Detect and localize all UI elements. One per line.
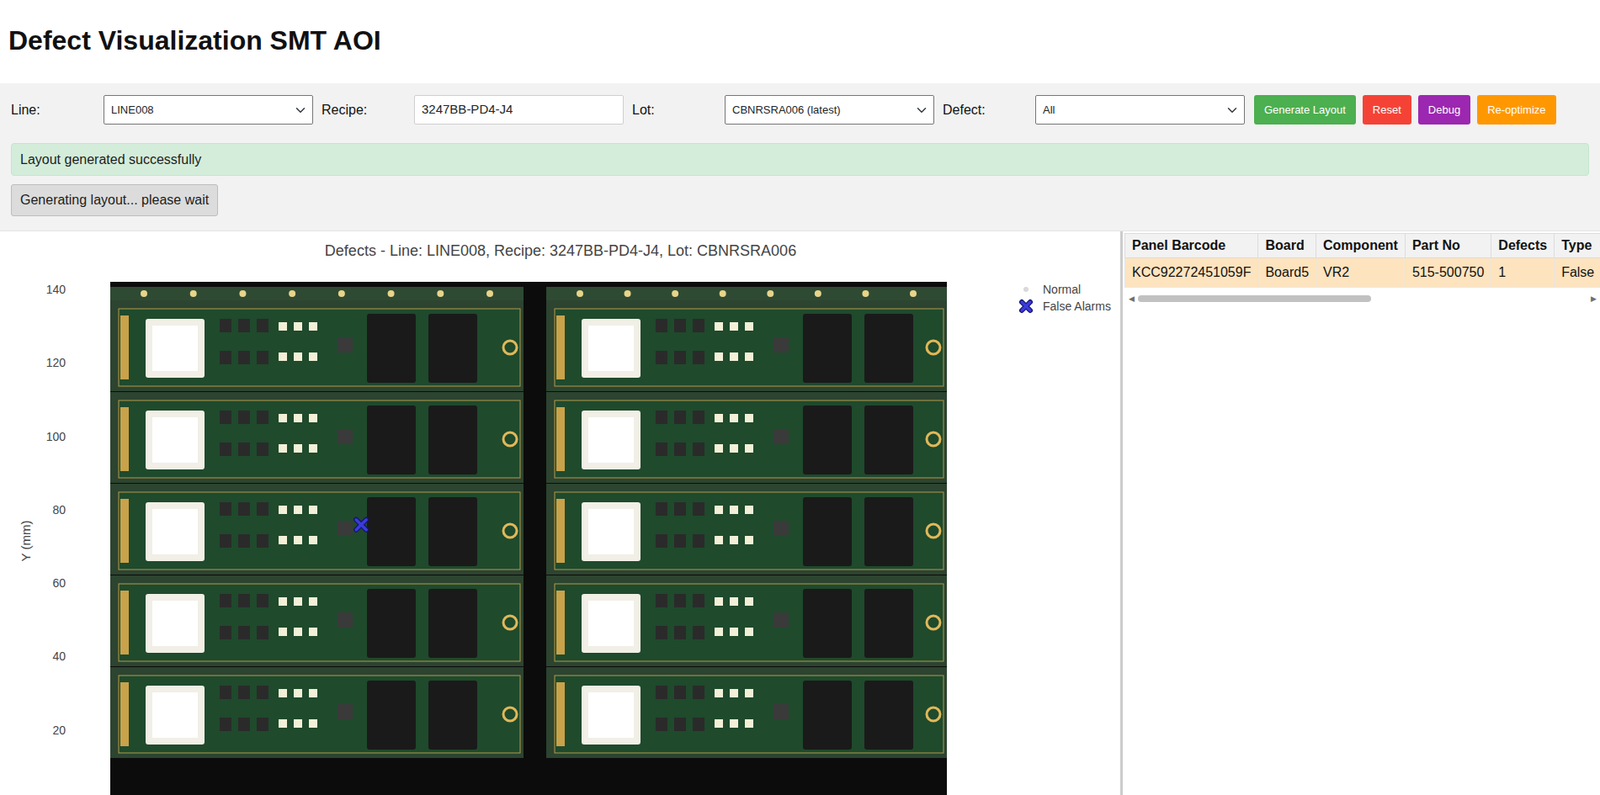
filter-select[interactable]: All	[1035, 95, 1245, 125]
y-tick: 80	[52, 503, 66, 517]
action-button[interactable]: Generate Layout	[1254, 95, 1356, 125]
legend-label: Normal	[1042, 282, 1081, 297]
loading-message: Generating layout... please wait	[10, 184, 218, 217]
y-tick: 140	[46, 282, 67, 297]
series-cross	[356, 520, 367, 531]
legend-item[interactable]: Normal	[1023, 282, 1081, 297]
legend-item[interactable]: False Alarms	[1021, 299, 1111, 314]
filter-label: Line:	[10, 100, 96, 121]
filter-label: Recipe:	[321, 100, 406, 121]
horizontal-scrollbar[interactable]: ◀▶	[1124, 293, 1600, 304]
scroll-left-icon[interactable]: ◀	[1126, 293, 1137, 304]
y-tick: 40	[52, 649, 66, 664]
dot-icon	[1023, 287, 1029, 293]
button-label: Reset	[1372, 103, 1402, 117]
table-panel: Panel BarcodeBoardComponentPart NoDefect…	[1122, 231, 1600, 795]
column-header[interactable]: Part No	[1404, 233, 1491, 259]
scroll-thumb[interactable]	[1137, 295, 1372, 303]
legend-label: False Alarms	[1042, 299, 1111, 314]
column-header[interactable]: Panel Barcode	[1125, 233, 1259, 259]
table-cell: 515-500750	[1404, 258, 1491, 288]
column-header[interactable]: Type	[1554, 233, 1600, 259]
y-tick: 20	[52, 723, 66, 738]
column-header[interactable]: Component	[1316, 233, 1406, 259]
filter-row: Line: LINE008 Recipe: Lot: CBNRSRA006 (lates…	[10, 95, 1590, 125]
chart-title: Defects - Line: LINE008, Recipe: 3247BB-…	[324, 242, 797, 260]
action-button[interactable]: Debug	[1418, 95, 1471, 125]
main-area: Defects - Line: LINE008, Recipe: 3247BB-…	[0, 230, 1600, 795]
table-cell: 1	[1491, 258, 1555, 288]
scroll-track[interactable]	[1136, 293, 1589, 304]
scroll-right-icon[interactable]: ▶	[1588, 293, 1599, 304]
button-group: Generate Layout Reset Debug Re-optimize	[1254, 95, 1557, 125]
filter-label: Lot:	[632, 100, 717, 121]
action-button[interactable]: Reset	[1362, 95, 1412, 125]
success-message: Layout generated successfully	[10, 143, 1590, 176]
y-axis-label: Y (mm)	[18, 520, 33, 563]
cross-icon	[1021, 302, 1031, 311]
pcb-image	[110, 281, 947, 795]
table-cell: False	[1554, 258, 1600, 288]
table-row[interactable]: KCC92272451059FBoard5VR2515-5007501False	[1125, 258, 1600, 288]
false-alarm-marker[interactable]	[356, 520, 367, 531]
column-header[interactable]: Defects	[1491, 233, 1555, 259]
control-bar: Line: LINE008 Recipe: Lot: CBNRSRA006 (lates…	[0, 83, 1600, 231]
table-cell: Board5	[1258, 258, 1317, 288]
y-tick: 60	[52, 576, 66, 591]
button-label: Re-optimize	[1487, 103, 1546, 117]
recipe-input[interactable]	[414, 95, 624, 125]
action-button[interactable]: Re-optimize	[1477, 95, 1556, 125]
table-cell: KCC92272451059F	[1125, 258, 1259, 288]
button-label: Generate Layout	[1264, 103, 1346, 117]
filter-select[interactable]: CBNRSRA006 (latest)	[724, 95, 935, 125]
y-tick: 120	[46, 356, 67, 370]
defect-table: Panel BarcodeBoardComponentPart NoDefect…	[1124, 233, 1600, 288]
page-title: Defect Visualization SMT AOI	[0, 0, 1600, 84]
column-header[interactable]: Board	[1258, 233, 1317, 259]
y-tick: 100	[46, 430, 67, 444]
filter-label: Defect:	[942, 100, 1027, 121]
plot-panel: Defects - Line: LINE008, Recipe: 3247BB-…	[0, 231, 1123, 795]
defect-chart: Defects - Line: LINE008, Recipe: 3247BB-…	[0, 231, 1121, 795]
button-label: Debug	[1428, 103, 1461, 117]
filter-select[interactable]: LINE008	[103, 95, 314, 125]
header-row: Panel BarcodeBoardComponentPart NoDefect…	[1125, 233, 1600, 259]
table-cell: VR2	[1316, 258, 1406, 288]
